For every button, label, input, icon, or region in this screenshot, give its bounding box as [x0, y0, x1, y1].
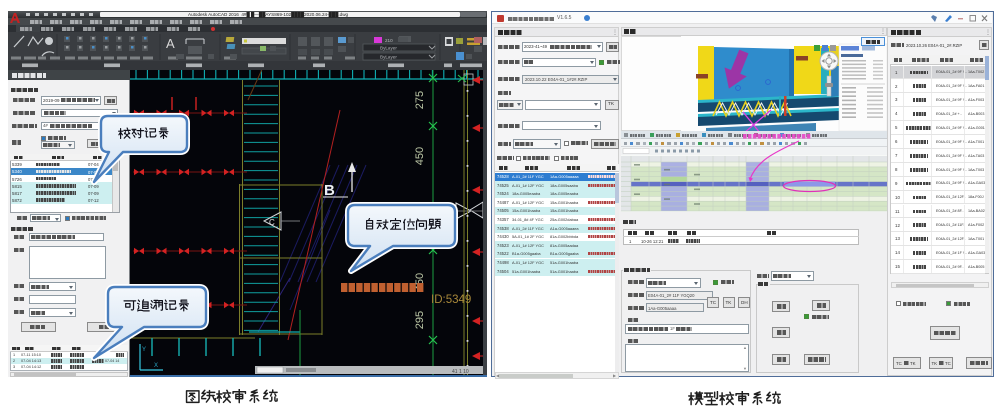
svg-text:210: 210 — [385, 38, 393, 43]
svg-text:C: C — [269, 218, 275, 227]
svg-text:295: 295 — [414, 311, 426, 329]
svg-text:A: A — [166, 36, 175, 51]
svg-text:ID:5349: ID:5349 — [431, 294, 471, 306]
svg-text:B: B — [324, 182, 335, 199]
svg-text:ByLayer: ByLayer — [380, 55, 397, 60]
svg-text:ByLayer: ByLayer — [380, 46, 397, 51]
svg-text:X: X — [154, 363, 158, 369]
svg-text:450: 450 — [414, 147, 426, 165]
svg-text:275: 275 — [414, 91, 426, 109]
